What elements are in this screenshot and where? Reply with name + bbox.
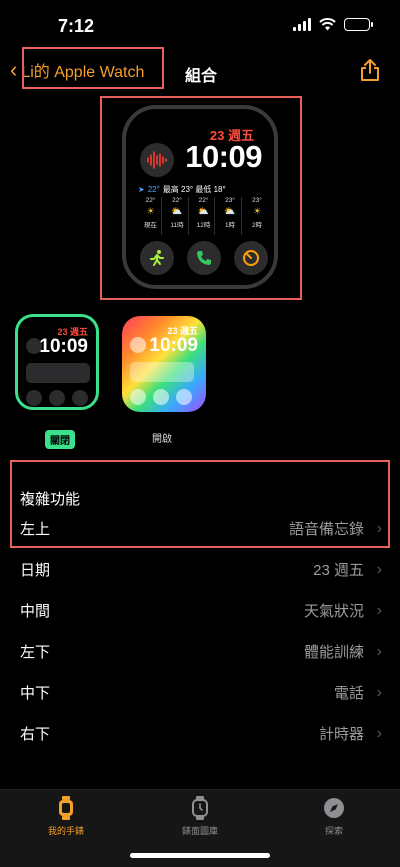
page-title: 組合 [185,68,218,85]
share-button[interactable] [360,58,380,87]
compass-icon [323,796,345,820]
status-icons [293,18,373,31]
tab-label: 我的手錶 [47,826,84,836]
phone-icon [197,251,211,265]
row-value: 電話 [333,685,364,702]
face-variant-label-on: 開啟 [152,434,172,445]
row-label: 左上 [20,521,51,538]
wifi-icon [319,18,336,31]
row-value: 計時器 [318,726,364,743]
row-date[interactable]: 日期 23 週五 › [0,549,400,590]
phone-complication [187,241,221,275]
row-value: 天氣狀況 [303,603,364,620]
thumb-complication [176,389,192,405]
row-bottom-right[interactable]: 右下 計時器 › [0,713,400,754]
thumb-complication [130,337,146,353]
hourly-item: 23° ⛅ 1時 [220,197,242,235]
thumb-complication [49,390,65,406]
timer-complication [234,241,268,275]
thumb-complication [130,389,146,405]
row-label: 中間 [20,603,51,620]
thumb-time: 10:09 [149,335,198,356]
hourly-item: 23° ☀ 2時 [251,197,263,229]
thumb-time: 10:09 [39,336,88,357]
thumb-complication [72,390,88,406]
chevron-right-icon: › [376,683,382,701]
face-variant-off[interactable]: 23 週五 10:09 [15,314,99,410]
hourly-forecast: 22° ☀ 現在 22° ⛅ 11時 22° ⛅ 12時 23° ⛅ 1時 23° ☀ 2時 [140,197,268,235]
row-label: 日期 [20,562,51,579]
chevron-right-icon: › [376,601,382,619]
face-variants: 23 週五 10:09 關閉 23 週五 10:09 開啟 [0,312,400,452]
sun-icon: ☀ [252,206,262,216]
row-value: 23 週五 [313,562,364,579]
row-label: 右下 [20,726,51,743]
row-label: 中下 [20,685,51,702]
thumb-complication [153,389,169,405]
section-title: 複雜功能 [20,491,81,508]
hourly-item: 22° ⛅ 12時 [193,197,215,235]
weather-summary: ➤ 22° 最高 23° 最低 18° [138,184,226,195]
face-variant-on[interactable]: 23 週五 10:09 [122,316,206,412]
face-variant-label-off: 關閉 [45,430,75,449]
complication-list: 左上 語音備忘錄 › 日期 23 週五 › 中間 天氣狀況 › 左下 體能訓練 … [0,508,400,754]
row-bottom-center[interactable]: 中下 電話 › [0,672,400,713]
row-label: 左下 [20,644,51,661]
watch-icon [56,796,76,820]
row-value: 體能訓練 [303,644,364,661]
bottom-complications [140,241,268,275]
thumb-weather-bar [130,362,194,382]
tab-my-watch[interactable]: 我的手錶 [26,796,106,837]
voice-memo-complication [140,143,174,177]
tab-label: 錶面圖庫 [181,826,218,836]
watch-face-preview: 23 週五 10:09 ➤ 22° 最高 23° 最低 18° 22° ☀ 現在 2… [122,105,278,289]
location-arrow-icon: ➤ [138,185,145,194]
partly-cloudy-icon: ⛅ [197,206,210,216]
status-bar: 7:12 [0,0,400,50]
running-figure-icon [150,250,164,266]
row-top-left[interactable]: 左上 語音備忘錄 › [0,508,400,549]
chevron-right-icon: › [376,560,382,578]
highlight-box-back [22,47,164,89]
waveform-icon [147,151,167,169]
sun-icon: ☀ [146,206,155,216]
face-gallery-icon [190,796,210,820]
high-low: 最高 23° 最低 18° [162,185,226,194]
thumb-weather-bar [26,363,90,383]
cellular-signal-icon [293,18,311,31]
face-time: 10:09 [185,139,262,174]
row-bottom-left[interactable]: 左下 體能訓練 › [0,631,400,672]
row-value: 語音備忘錄 [288,521,364,538]
chevron-right-icon: › [376,724,382,742]
battery-icon [344,18,373,31]
chevron-left-icon: ‹ [10,57,18,82]
status-time: 7:12 [58,16,95,36]
hourly-item: 22° ⛅ 11時 [167,197,189,235]
partly-cloudy-icon: ⛅ [224,206,236,216]
home-indicator [130,853,270,858]
thumb-complication [26,390,42,406]
workout-complication [140,241,174,275]
tab-label: 探索 [324,826,343,836]
hourly-item: 22° ☀ 現在 [140,197,162,235]
row-center[interactable]: 中間 天氣狀況 › [0,590,400,631]
share-icon [361,59,379,81]
tab-discover[interactable]: 探索 [294,796,374,837]
partly-cloudy-icon: ⛅ [171,206,183,216]
tab-face-gallery[interactable]: 錶面圖庫 [160,796,240,837]
chevron-right-icon: › [376,642,382,660]
timer-icon [243,250,259,266]
chevron-right-icon: › [376,519,382,537]
current-temp: 22° [147,185,160,194]
